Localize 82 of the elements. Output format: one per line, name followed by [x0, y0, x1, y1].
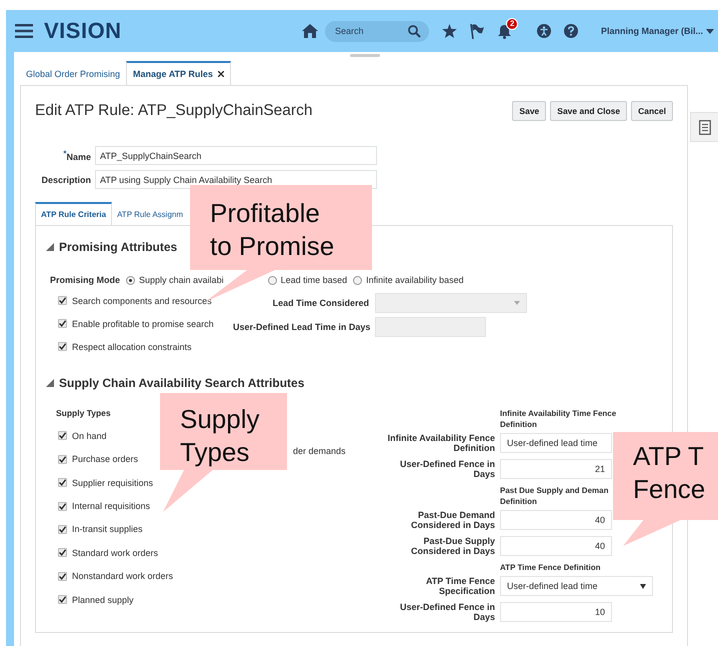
section-title: Promising Attributes [59, 240, 178, 254]
field-label: Description [40, 174, 91, 184]
checkbox-label: Purchase orders [72, 454, 138, 464]
input-field[interactable]: ATP_SupplyChainSearch [95, 146, 377, 165]
input-field[interactable]: 10 [500, 602, 612, 622]
input-field[interactable]: 40 [500, 536, 612, 556]
checkbox-label: Respect allocation constraints [72, 342, 192, 352]
field-label: Past-Due Demand Considered in Days [410, 510, 495, 530]
radio-option[interactable]: Infinite availability based [353, 275, 464, 285]
group-heading: Infinite Availability Time Fence Definition [500, 408, 616, 430]
dropdown-field[interactable]: User-defined lead time [500, 576, 653, 596]
checkbox[interactable] [58, 548, 67, 558]
group-heading: ATP Time Fence Definition [500, 562, 600, 573]
search-field[interactable]: Search [324, 20, 429, 42]
close-icon[interactable] [218, 71, 224, 77]
field-label: $^{*}$Name [62, 149, 91, 162]
checkbox[interactable] [58, 478, 67, 488]
checkbox-label: On hand [72, 430, 107, 441]
checkbox-label: der demands [293, 446, 346, 456]
field-label: ATP Time Fence Specification [424, 576, 495, 596]
caret-icon [640, 584, 646, 588]
checkbox[interactable] [58, 319, 67, 328]
checkbox-label: In-transit supplies [72, 524, 143, 534]
menu-icon[interactable] [15, 24, 33, 38]
side-panel-button[interactable] [690, 112, 718, 142]
checkbox[interactable] [58, 572, 67, 581]
checkbox[interactable] [58, 524, 67, 534]
input-field[interactable]: 40 [500, 510, 612, 530]
radio-option[interactable]: Supply chain availabi [126, 275, 224, 285]
action-button[interactable]: Cancel [631, 101, 673, 121]
checkbox-label: Search components and resources [72, 296, 212, 306]
field-label: User-Defined Lead Time in Days [233, 322, 369, 332]
field-label: Infinite Availability Fence Definition [386, 433, 495, 453]
user-menu[interactable]: Planning Manager (Bil... [590, 26, 718, 36]
splitter-handle[interactable] [350, 54, 380, 57]
caret-icon [514, 301, 520, 305]
help-icon[interactable] [564, 24, 578, 38]
field-label: User-Defined Fence in Days [398, 602, 495, 622]
input-field[interactable]: 21 [500, 459, 612, 479]
section-title: Supply Chain Availability Search Attributes [59, 376, 304, 390]
group-heading: Past Due Supply and Deman Definition [500, 485, 608, 507]
accessibility-icon[interactable] [536, 24, 551, 38]
tab[interactable]: Global Order Promising [20, 60, 126, 85]
checkbox-label: Nonstandard work orders [72, 571, 174, 582]
action-button[interactable]: Save [512, 101, 546, 121]
bell-icon[interactable] [496, 24, 512, 38]
input-field[interactable]: User-defined lead time [500, 433, 612, 453]
tab[interactable]: Manage ATP Rules [126, 61, 231, 85]
checkbox[interactable] [58, 595, 67, 604]
checkbox-label: Internal requisitions [72, 501, 150, 512]
field-label: Past-Due Supply Considered in Days [410, 536, 495, 556]
field-label: Promising Mode [50, 275, 120, 285]
checkbox-label: Planned supply [72, 594, 134, 605]
app-logo[interactable]: VISION [44, 18, 122, 44]
caret-icon [706, 28, 714, 34]
checkbox[interactable] [58, 296, 67, 305]
page-title: Edit ATP Rule: ATP_SupplyChainSearch [35, 102, 312, 120]
document-icon [698, 120, 710, 134]
checkbox[interactable] [58, 342, 67, 351]
radio-button[interactable] [353, 276, 362, 284]
checkbox[interactable] [58, 431, 67, 440]
checkbox[interactable] [58, 502, 67, 511]
group-label: Supply Types [56, 408, 112, 418]
star-icon[interactable] [442, 24, 457, 38]
home-icon[interactable] [302, 24, 318, 38]
checkbox-label: Standard work orders [72, 548, 158, 558]
action-button[interactable]: Save and Close [550, 101, 628, 121]
notification-badge: 2 [506, 18, 518, 30]
checkbox[interactable] [58, 454, 67, 464]
checkbox-label: Enable profitable to promise search [72, 318, 214, 328]
radio-option[interactable]: Lead time based [268, 275, 348, 285]
radio-button[interactable] [268, 276, 277, 284]
radio-button[interactable] [126, 276, 136, 284]
collapse-triangle-icon[interactable] [46, 243, 54, 251]
search-icon[interactable] [408, 24, 421, 38]
field-label: Lead Time Considered [272, 298, 369, 308]
flag-icon[interactable] [470, 24, 484, 38]
collapse-triangle-icon[interactable] [46, 379, 54, 387]
tab[interactable]: ATP Rule Assignm [112, 202, 184, 225]
checkbox-label: Supplier requisitions [72, 478, 154, 488]
tab[interactable]: ATP Rule Criteria [35, 202, 112, 225]
field-label: User-Defined Fence in Days [398, 459, 495, 479]
